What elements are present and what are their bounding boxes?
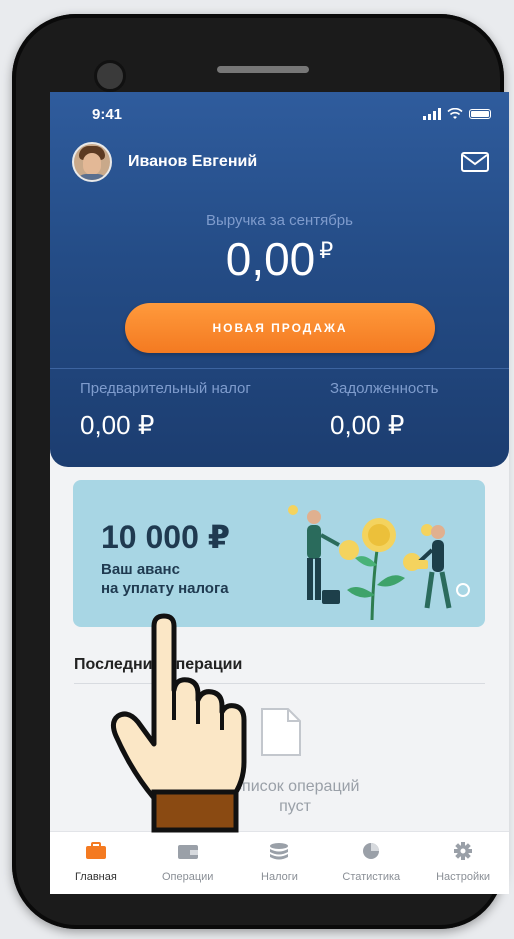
avatar[interactable] <box>72 142 112 182</box>
revenue-value: 0,00 ₽ <box>50 232 509 286</box>
tab-statistics[interactable]: Статистика <box>325 832 417 894</box>
prepayment-value: 0,00 ₽ <box>80 410 155 440</box>
camera-icon <box>94 60 126 92</box>
tab-home-label: Главная <box>74 871 117 883</box>
mail-icon[interactable] <box>461 152 489 172</box>
empty-document-icon <box>261 708 301 756</box>
promo-line-1: Ваш аванс <box>101 561 180 578</box>
status-time: 9:41 <box>92 106 123 123</box>
promo-amount: 10 000 ₽ <box>101 519 231 555</box>
pointing-hand-icon <box>110 613 247 833</box>
tab-operations-label: Операции <box>161 871 214 883</box>
tab-taxes[interactable]: Налоги <box>234 832 326 894</box>
tab-home[interactable]: Главная <box>50 832 142 894</box>
debt-label: Задолженность <box>330 380 439 397</box>
header-panel: 9:41 Иванов Евгений Выручка за сентябрь … <box>50 92 509 467</box>
wifi-icon <box>447 108 463 119</box>
pie-chart-icon <box>363 843 380 859</box>
bottom-tab-bar: Главная Операции Налоги Статистика Настр… <box>50 831 509 894</box>
tab-settings[interactable]: Настройки <box>417 832 509 894</box>
wallet-icon <box>177 845 198 859</box>
phone-frame: 9:41 Иванов Евгений Выручка за сентябрь … <box>12 14 509 929</box>
tab-taxes-label: Налоги <box>261 871 298 883</box>
promo-line-2: на уплату налога <box>101 580 229 597</box>
promo-text: Ваш аванс на уплату налога <box>101 560 229 598</box>
new-sale-button[interactable]: НОВАЯ ПРОДАЖА <box>125 303 435 353</box>
coins-stack-icon <box>270 843 289 860</box>
revenue-amount: 0,00 <box>225 233 316 285</box>
debt-value: 0,00 ₽ <box>330 410 405 440</box>
promo-banner[interactable]: 10 000 ₽ Ваш аванс на уплату налога <box>73 480 485 627</box>
revenue-label: Выручка за сентябрь <box>206 212 353 229</box>
tab-statistics-label: Статистика <box>342 871 401 883</box>
battery-icon <box>469 109 491 119</box>
signal-icon <box>423 108 441 120</box>
gear-icon <box>454 842 473 860</box>
tab-operations[interactable]: Операции <box>142 832 234 894</box>
speaker-grille <box>217 66 309 73</box>
header-divider <box>50 368 509 369</box>
user-name: Иванов Евгений <box>128 153 258 170</box>
revenue-currency: ₽ <box>319 238 334 263</box>
user-row: Иванов Евгений <box>72 142 489 182</box>
tab-settings-label: Настройки <box>436 871 491 883</box>
status-icons <box>423 108 491 120</box>
money-tree-illustration <box>288 505 470 620</box>
briefcase-icon <box>85 842 106 859</box>
prepayment-label: Предварительный налог <box>80 380 251 397</box>
